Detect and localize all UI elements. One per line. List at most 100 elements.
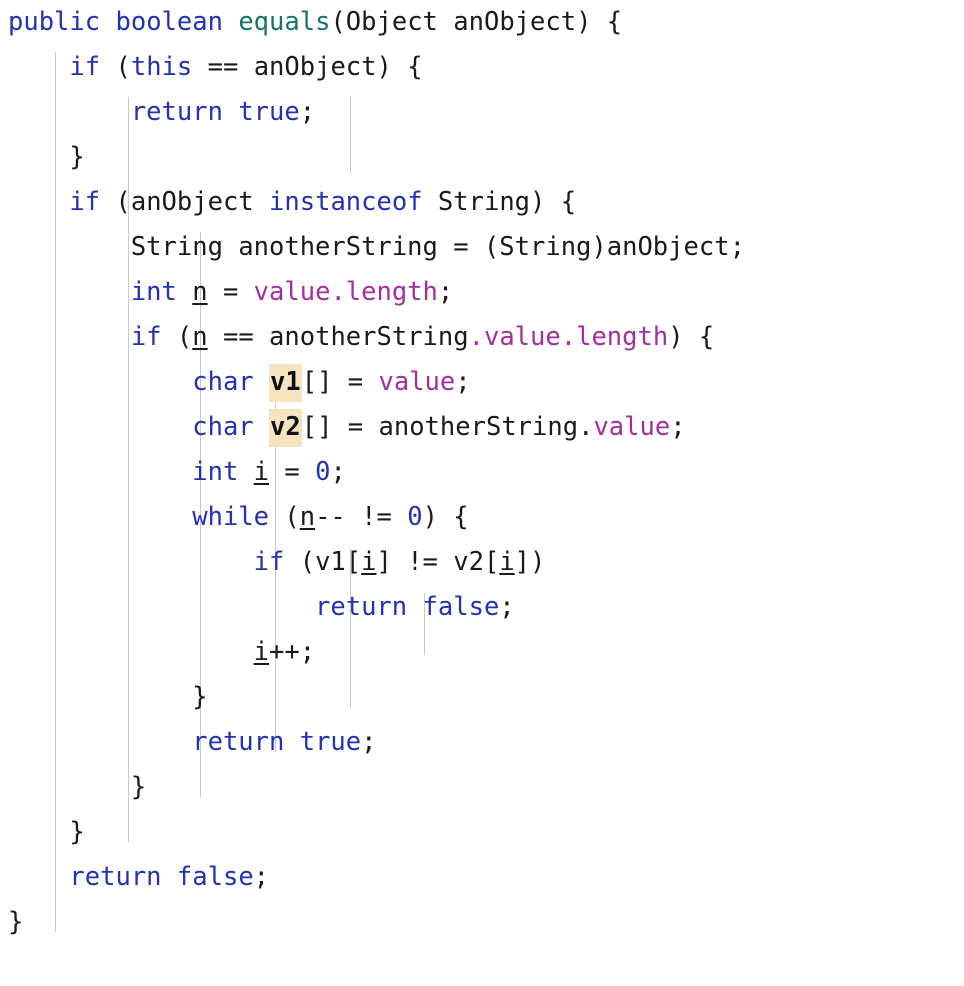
token-kw: if — [69, 187, 101, 217]
token-plain: } — [192, 682, 208, 712]
token-local: i — [253, 457, 270, 487]
token-plain: } — [69, 817, 85, 847]
code-editor[interactable]: public boolean equals(Object anObject) {… — [0, 0, 964, 986]
token-kw: this — [130, 52, 193, 82]
code-line[interactable]: if (this == anObject) { — [0, 45, 964, 90]
token-field: value — [378, 367, 456, 397]
token-plain: ; — [499, 592, 515, 622]
code-line[interactable]: String anotherString = (String)anObject; — [0, 225, 964, 270]
token-plain: ; — [361, 727, 377, 757]
code-line[interactable]: } — [0, 900, 964, 945]
code-line[interactable]: return true; — [0, 720, 964, 765]
token-plain: (Object anObject) { — [330, 7, 623, 37]
token-kw: false — [422, 592, 500, 622]
code-line[interactable]: } — [0, 135, 964, 180]
token-kw: true — [238, 97, 300, 127]
token-kw: return — [192, 727, 285, 757]
token-plain: ; — [330, 457, 346, 487]
token-field: length — [345, 277, 438, 307]
token-plain: ; — [437, 277, 454, 307]
code-line[interactable]: char v2[] = anotherString.value; — [0, 405, 964, 450]
code-line[interactable]: return false; — [0, 585, 964, 630]
code-line[interactable]: return false; — [0, 855, 964, 900]
code-line[interactable]: } — [0, 810, 964, 855]
token-field: value — [253, 277, 331, 307]
token-field: value — [593, 412, 671, 442]
token-kw: char — [192, 412, 254, 442]
token-local: i — [499, 547, 515, 577]
token-kw: int — [130, 277, 177, 307]
token-plain: ; — [670, 412, 686, 442]
token-plain: == anotherString — [207, 322, 469, 352]
code-line[interactable]: if (v1[i] != v2[i]) — [0, 540, 964, 585]
code-line[interactable]: if (anObject instanceof String) { — [0, 180, 964, 225]
token-num: 0 — [315, 457, 331, 487]
token-kw: while — [192, 502, 269, 532]
token-field: . — [330, 277, 346, 307]
code-line[interactable]: i++; — [0, 630, 964, 675]
token-kw: char — [192, 367, 254, 397]
code-line[interactable]: if (n == anotherString.value.length) { — [0, 315, 964, 360]
token-kw: if — [253, 547, 285, 577]
code-lines[interactable]: public boolean equals(Object anObject) {… — [0, 0, 964, 945]
code-line[interactable]: public boolean equals(Object anObject) { — [0, 0, 964, 45]
token-plain: (v1[ — [284, 547, 362, 577]
code-line[interactable]: int i = 0; — [0, 450, 964, 495]
token-field: .value.length — [468, 322, 669, 352]
token-plain: ] != v2[ — [376, 547, 500, 577]
token-method: equals — [238, 7, 331, 37]
token-kw: boolean — [115, 7, 223, 37]
token-plain: String anotherString = (String)anObject; — [130, 232, 745, 262]
token-plain: ++; — [269, 637, 316, 667]
token-local: n — [192, 277, 208, 307]
token-local: i — [253, 637, 269, 667]
code-line[interactable]: char v1[] = value; — [0, 360, 964, 405]
token-plain: = — [269, 457, 316, 487]
token-kw: if — [130, 322, 162, 352]
token-num: 0 — [407, 502, 423, 532]
code-line[interactable]: } — [0, 765, 964, 810]
token-plain: = — [207, 277, 254, 307]
code-line[interactable]: } — [0, 675, 964, 720]
token-kw: return — [315, 592, 408, 622]
code-line[interactable]: int n = value.length; — [0, 270, 964, 315]
code-line[interactable]: while (n-- != 0) { — [0, 495, 964, 540]
token-plain: [] = anotherString. — [301, 412, 594, 442]
token-plain: ) { — [668, 322, 715, 352]
token-plain: ; — [299, 97, 316, 127]
token-kw: return — [69, 862, 162, 892]
token-kw: instanceof — [269, 187, 423, 217]
token-hl: v2 — [269, 409, 302, 447]
token-kw: public — [8, 7, 101, 37]
token-kw: if — [69, 52, 101, 82]
token-plain: String) { — [422, 187, 577, 217]
token-plain: ( — [161, 322, 193, 352]
token-kw: false — [176, 862, 254, 892]
token-plain: ( — [269, 502, 300, 532]
code-line[interactable]: return true; — [0, 90, 964, 135]
token-plain: (anObject — [100, 187, 270, 217]
